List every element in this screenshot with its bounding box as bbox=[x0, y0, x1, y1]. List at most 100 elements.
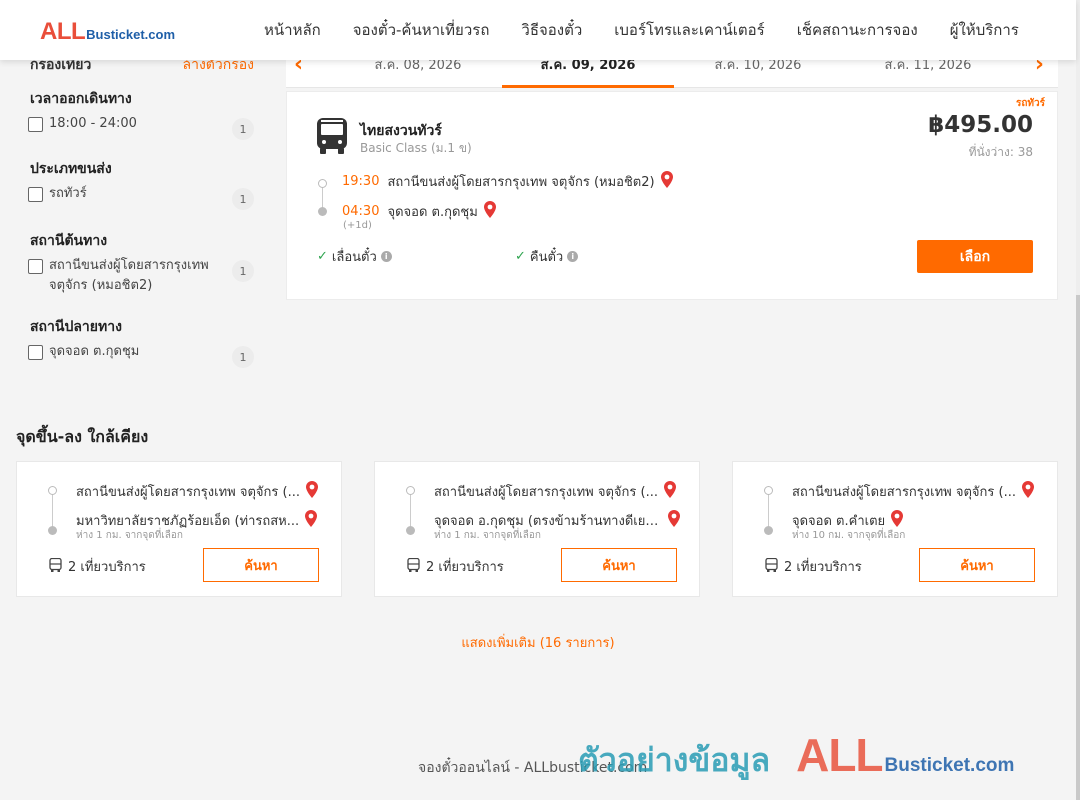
nav-check-booking[interactable]: เช็คสถานะการจอง bbox=[781, 18, 934, 42]
bus-class: Basic Class (ม.1 ข) bbox=[360, 141, 472, 155]
map-pin-icon[interactable] bbox=[305, 481, 318, 502]
nav-book-search[interactable]: จองตั๋ว-ค้นหาเที่ยวรถ bbox=[337, 18, 506, 42]
filter-panel: กรองเที่ยว ล้างตัวกรอง เวลาออกเดินทาง 18… bbox=[16, 46, 272, 390]
filter-count-badge: 1 bbox=[232, 188, 254, 210]
checkbox[interactable] bbox=[28, 117, 43, 132]
transport-type-tag: รถทัวร์ bbox=[1015, 98, 1045, 109]
filter-group-origin-station: สถานีต้นทาง bbox=[30, 233, 108, 249]
select-trip-button[interactable]: เลือก bbox=[917, 240, 1033, 273]
next-day-indicator: (+1d) bbox=[343, 220, 372, 231]
check-icon: ✓ bbox=[515, 249, 526, 264]
trip-count-label: 2 เที่ยวบริการ bbox=[68, 560, 146, 575]
nearby-card: สถานีขนส่งผู้โดยสารกรุงเทพ จตุจักร (... … bbox=[16, 461, 342, 597]
departure-station: สถานีขนส่งผู้โดยสารกรุงเทพ จตุจักร (หมอช… bbox=[387, 175, 655, 190]
filter-count-badge: 1 bbox=[232, 118, 254, 140]
trip-price: ฿495.00 bbox=[928, 112, 1033, 138]
departure-time: 19:30 bbox=[342, 174, 380, 189]
arrival-time: 04:30 bbox=[342, 204, 380, 219]
filter-option-label: สถานีขนส่งผู้โดยสารกรุงเทพ จตุจักร (หมอช… bbox=[49, 258, 209, 293]
filter-option-label: จุดจอด ต.กุดชุม bbox=[49, 344, 140, 359]
map-pin-icon[interactable] bbox=[1021, 481, 1034, 502]
watermark-sample-text: ตัวอย่างข้อมูล bbox=[578, 741, 771, 779]
departure-dot bbox=[764, 486, 773, 495]
trip-count: 2 เที่ยวบริการ bbox=[49, 556, 146, 577]
filter-count-badge: 1 bbox=[232, 260, 254, 282]
watermark-logo-rest: Busticket.com bbox=[884, 755, 1015, 776]
departure-stop: 19:30 สถานีขนส่งผู้โดยสารกรุงเทพ จตุจักร… bbox=[342, 171, 673, 192]
feature-label: เลื่อนตั๋ว bbox=[331, 250, 377, 265]
watermark: ตัวอย่างข้อมูล ALL Busticket.com bbox=[578, 728, 1014, 786]
distance-note: ห่าง 1 กม. จากจุดที่เลือก bbox=[76, 530, 183, 541]
feature-refund: ✓ คืนตั๋ว i bbox=[515, 246, 579, 267]
watermark-logo-all: ALL bbox=[796, 729, 883, 781]
logo-all-text: ALL bbox=[40, 18, 86, 45]
nav-how-to-book[interactable]: วิธีจองตั๋ว bbox=[505, 18, 598, 42]
bus-icon bbox=[315, 117, 349, 159]
map-pin-icon[interactable] bbox=[660, 171, 673, 192]
arrival-dot bbox=[406, 526, 415, 535]
departure-dot bbox=[318, 179, 327, 188]
logo-busticket-text: Busticket.com bbox=[86, 27, 176, 42]
map-pin-icon[interactable] bbox=[483, 201, 496, 222]
filter-group-departure-time: เวลาออกเดินทาง bbox=[30, 91, 132, 107]
main-nav: หน้าหลัก จองตั๋ว-ค้นหาเที่ยวรถ วิธีจองตั… bbox=[248, 0, 1035, 60]
show-more-link[interactable]: แสดงเพิ่มเติม (16 รายการ) bbox=[0, 632, 1076, 653]
nav-home[interactable]: หน้าหลัก bbox=[248, 18, 337, 42]
info-icon[interactable]: i bbox=[380, 251, 392, 262]
trip-count: 2 เที่ยวบริการ bbox=[765, 556, 862, 577]
filter-group-transport-type: ประเภทขนส่ง bbox=[30, 161, 112, 177]
filter-option-label: 18:00 - 24:00 bbox=[49, 116, 137, 131]
nearby-from: สถานีขนส่งผู้โดยสารกรุงเทพ จตุจักร (... bbox=[792, 481, 1042, 502]
site-logo[interactable]: ALL Busticket.com bbox=[40, 18, 175, 46]
filter-group-destination-station: สถานีปลายทาง bbox=[30, 319, 122, 335]
distance-note: ห่าง 1 กม. จากจุดที่เลือก bbox=[434, 530, 541, 541]
checkbox[interactable] bbox=[28, 345, 43, 360]
feature-label: คืนตั๋ว bbox=[529, 250, 564, 265]
nearby-search-button[interactable]: ค้นหา bbox=[203, 548, 319, 582]
filter-option-departure-time[interactable]: 18:00 - 24:00 1 bbox=[28, 116, 254, 140]
checkbox[interactable] bbox=[28, 187, 43, 202]
distance-note: ห่าง 10 กม. จากจุดที่เลือก bbox=[792, 530, 906, 541]
departure-dot bbox=[406, 486, 415, 495]
station-label: สถานีขนส่งผู้โดยสารกรุงเทพ จตุจักร (... bbox=[792, 485, 1016, 500]
nearby-from: สถานีขนส่งผู้โดยสารกรุงเทพ จตุจักร (... bbox=[76, 481, 326, 502]
nearby-search-button[interactable]: ค้นหา bbox=[919, 548, 1035, 582]
arrival-dot bbox=[318, 207, 327, 216]
arrival-dot bbox=[48, 526, 57, 535]
nearby-card: สถานีขนส่งผู้โดยสารกรุงเทพ จตุจักร (... … bbox=[732, 461, 1058, 597]
nearby-section-title: จุดขึ้น-ลง ใกล้เคียง bbox=[16, 427, 149, 446]
arrival-station: จุดจอด ต.กุดชุม bbox=[387, 205, 478, 220]
arrival-dot bbox=[764, 526, 773, 535]
trip-card: รถทัวร์ ไทยสงวนทัวร์ Basic Class (ม.1 ข)… bbox=[286, 91, 1058, 300]
bus-small-icon bbox=[765, 557, 778, 576]
filter-option-origin-station[interactable]: สถานีขนส่งผู้โดยสารกรุงเทพ จตุจักร (หมอช… bbox=[28, 258, 254, 296]
info-icon[interactable]: i bbox=[567, 251, 579, 262]
seats-available: ที่นั่งว่าง: 38 bbox=[968, 145, 1033, 159]
nearby-from: สถานีขนส่งผู้โดยสารกรุงเทพ จตุจักร (... bbox=[434, 481, 684, 502]
filter-option-label: รถทัวร์ bbox=[49, 186, 87, 201]
top-header: ALL Busticket.com หน้าหลัก จองตั๋ว-ค้นหา… bbox=[0, 0, 1076, 60]
trip-count: 2 เที่ยวบริการ bbox=[407, 556, 504, 577]
departure-dot bbox=[48, 486, 57, 495]
checkbox[interactable] bbox=[28, 259, 43, 274]
map-pin-icon[interactable] bbox=[668, 510, 680, 531]
feature-reschedule: ✓ เลื่อนตั๋ว i bbox=[317, 246, 392, 267]
nearby-card: สถานีขนส่งผู้โดยสารกรุงเทพ จตุจักร (... … bbox=[374, 461, 700, 597]
filter-option-transport-type[interactable]: รถทัวร์ 1 bbox=[28, 186, 254, 210]
trip-count-label: 2 เที่ยวบริการ bbox=[784, 560, 862, 575]
filter-count-badge: 1 bbox=[232, 346, 254, 368]
nav-operators[interactable]: ผู้ให้บริการ bbox=[934, 18, 1035, 42]
filter-option-destination-station[interactable]: จุดจอด ต.กุดชุม 1 bbox=[28, 344, 254, 368]
map-pin-icon[interactable] bbox=[663, 481, 676, 502]
nav-phone-counters[interactable]: เบอร์โทรและเคาน์เตอร์ bbox=[598, 18, 780, 42]
nearby-search-button[interactable]: ค้นหา bbox=[561, 548, 677, 582]
check-icon: ✓ bbox=[317, 249, 328, 264]
scrollbar-thumb[interactable] bbox=[1076, 295, 1080, 800]
route-line bbox=[410, 494, 411, 528]
arrival-stop: 04:30 จุดจอด ต.กุดชุม bbox=[342, 201, 496, 222]
trip-count-label: 2 เที่ยวบริการ bbox=[426, 560, 504, 575]
station-label: สถานีขนส่งผู้โดยสารกรุงเทพ จตุจักร (... bbox=[434, 485, 658, 500]
bus-small-icon bbox=[407, 557, 420, 576]
map-pin-icon[interactable] bbox=[305, 510, 318, 531]
route-line bbox=[52, 494, 53, 528]
